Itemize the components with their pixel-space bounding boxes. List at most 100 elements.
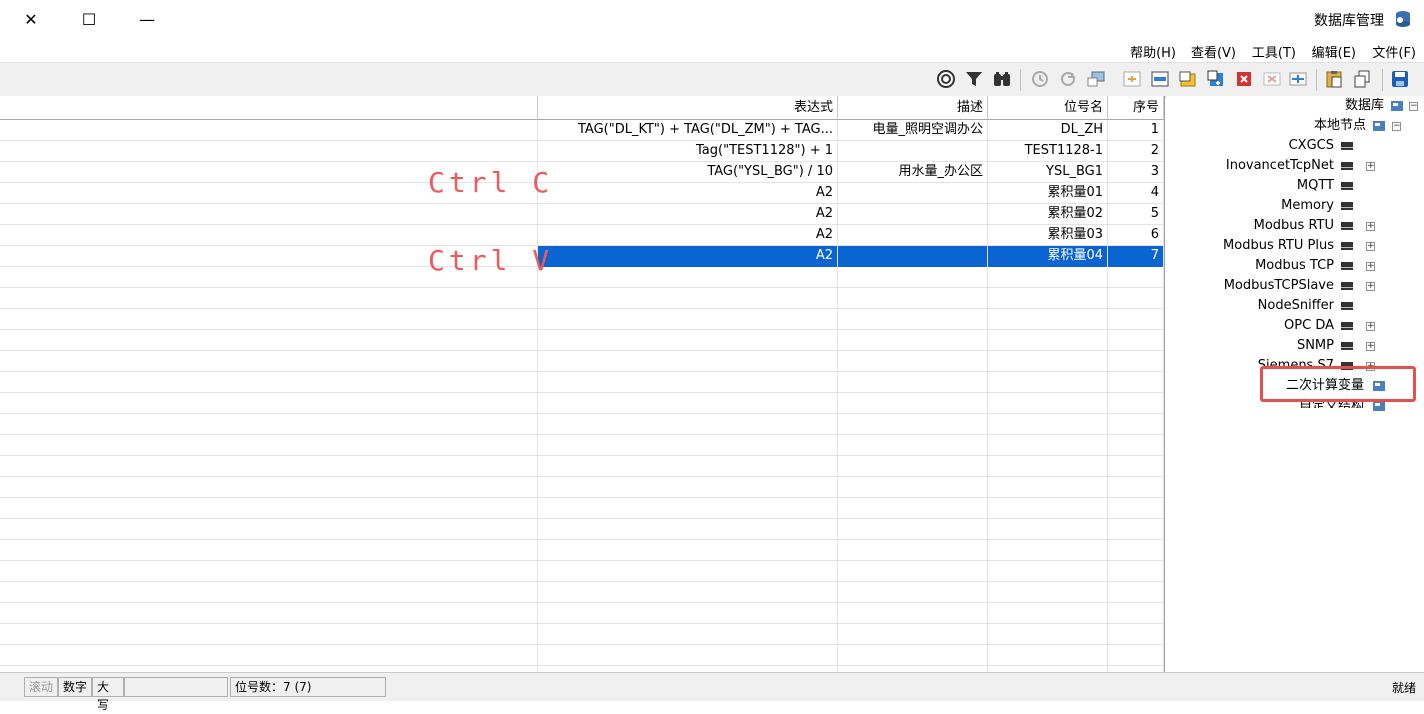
export-icon[interactable] — [1086, 69, 1106, 89]
table-row[interactable] — [0, 456, 1164, 477]
cell-seq[interactable]: 2 — [1108, 141, 1164, 162]
cell-name[interactable] — [988, 414, 1108, 435]
cell-name[interactable] — [988, 582, 1108, 603]
cell-desc[interactable] — [838, 477, 988, 498]
cell-name[interactable]: DL_ZH — [988, 120, 1108, 141]
table-row[interactable] — [0, 561, 1164, 582]
cell-desc[interactable] — [838, 519, 988, 540]
cell-desc[interactable] — [838, 456, 988, 477]
table-row[interactable] — [0, 393, 1164, 414]
paste-icon[interactable] — [1324, 69, 1344, 89]
help-icon[interactable] — [936, 69, 956, 89]
cell-expr[interactable] — [538, 519, 838, 540]
cell-name[interactable] — [988, 561, 1108, 582]
cell-expr[interactable] — [538, 309, 838, 330]
cell-seq[interactable] — [1108, 540, 1164, 561]
cell-name[interactable]: TEST1128-1 — [988, 141, 1108, 162]
cell-name[interactable] — [988, 645, 1108, 666]
cell-seq[interactable]: 7 — [1108, 246, 1164, 267]
cell-seq[interactable] — [1108, 309, 1164, 330]
table-row[interactable]: Tag("TEST1128") + 1 TEST1128-1 2 — [0, 141, 1164, 162]
cell-seq[interactable]: 4 — [1108, 183, 1164, 204]
add-row-icon[interactable] — [1288, 69, 1308, 89]
tree-expand-driver[interactable]: + — [1366, 342, 1375, 351]
cell-expr[interactable] — [538, 372, 838, 393]
cell-expr[interactable] — [538, 393, 838, 414]
cell-seq[interactable] — [1108, 582, 1164, 603]
refresh-icon[interactable] — [1058, 69, 1078, 89]
cell-seq[interactable]: 5 — [1108, 204, 1164, 225]
cell-name[interactable]: 累积量02 — [988, 204, 1108, 225]
table-row[interactable] — [0, 477, 1164, 498]
cell-seq[interactable] — [1108, 351, 1164, 372]
table-row[interactable] — [0, 330, 1164, 351]
cell-seq[interactable] — [1108, 393, 1164, 414]
table-row[interactable]: A2 累积量03 6 — [0, 225, 1164, 246]
cell-name[interactable] — [988, 351, 1108, 372]
table-row[interactable]: A2 累积量04 7 — [0, 246, 1164, 267]
cell-name[interactable] — [988, 624, 1108, 645]
tree-expand-driver[interactable]: + — [1366, 222, 1375, 231]
cell-desc[interactable] — [838, 225, 988, 246]
cell-desc[interactable] — [838, 267, 988, 288]
header-description[interactable]: 描述 — [838, 96, 988, 120]
maximize-button[interactable]: ☐ — [66, 6, 112, 32]
tree-driver-snmp[interactable]: SNMP — [1297, 336, 1334, 356]
table-row[interactable]: TAG("YSL_BG") / 10 用水量_办公区 YSL_BG1 3 — [0, 162, 1164, 183]
cell-desc[interactable] — [838, 603, 988, 624]
cell-name[interactable] — [988, 603, 1108, 624]
cell-name[interactable] — [988, 456, 1108, 477]
close-button[interactable]: ✕ — [8, 6, 54, 32]
delete-icon[interactable] — [1234, 69, 1254, 89]
cell-seq[interactable] — [1108, 372, 1164, 393]
header-tag-name[interactable]: 位号名 — [988, 96, 1108, 120]
cell-seq[interactable]: 3 — [1108, 162, 1164, 183]
table-row[interactable] — [0, 498, 1164, 519]
table-row[interactable] — [0, 519, 1164, 540]
tree-expand-driver[interactable]: + — [1366, 162, 1375, 171]
cell-seq[interactable] — [1108, 330, 1164, 351]
table-row[interactable] — [0, 603, 1164, 624]
cell-desc[interactable] — [838, 645, 988, 666]
menu-edit[interactable]: 编辑(E) — [1312, 42, 1356, 61]
tree-driver-nodesniffer[interactable]: NodeSniffer — [1258, 296, 1334, 316]
copy-icon[interactable] — [1352, 69, 1372, 89]
table-row[interactable] — [0, 372, 1164, 393]
cell-seq[interactable] — [1108, 288, 1164, 309]
menu-tools[interactable]: 工具(T) — [1252, 42, 1296, 61]
tree-driver-opc-da[interactable]: OPC DA — [1284, 316, 1334, 336]
header-seq[interactable]: 序号 — [1108, 96, 1164, 120]
cell-name[interactable] — [988, 519, 1108, 540]
folder-icon[interactable] — [1178, 69, 1198, 89]
cell-expr[interactable] — [538, 498, 838, 519]
cell-expr[interactable] — [538, 477, 838, 498]
find-icon[interactable] — [992, 69, 1012, 89]
history-icon[interactable] — [1030, 69, 1050, 89]
cell-seq[interactable] — [1108, 519, 1164, 540]
table-row[interactable] — [0, 540, 1164, 561]
cell-desc[interactable] — [838, 330, 988, 351]
cell-name[interactable] — [988, 435, 1108, 456]
tree-expand-driver[interactable]: + — [1366, 242, 1375, 251]
cell-desc[interactable] — [838, 393, 988, 414]
cell-expr[interactable] — [538, 456, 838, 477]
tree-driver-inovancettcpnet[interactable]: InovancetTcpNet — [1226, 156, 1334, 176]
minimize-button[interactable]: — — [124, 6, 170, 32]
table-row[interactable] — [0, 414, 1164, 435]
filter-icon[interactable] — [964, 69, 984, 89]
tree-expand-driver[interactable]: + — [1366, 322, 1375, 331]
tree-driver-siemens-s7[interactable]: Siemens S7 — [1258, 356, 1334, 366]
cell-expr[interactable]: A2 — [538, 183, 838, 204]
cell-expr[interactable]: TAG("YSL_BG") / 10 — [538, 162, 838, 183]
cell-seq[interactable] — [1108, 456, 1164, 477]
table-row[interactable]: A2 累积量02 5 — [0, 204, 1164, 225]
cell-name[interactable] — [988, 393, 1108, 414]
tree-driver-mqtt[interactable]: MQTT — [1297, 176, 1334, 196]
cell-desc[interactable] — [838, 540, 988, 561]
cell-name[interactable] — [988, 309, 1108, 330]
cell-seq[interactable] — [1108, 414, 1164, 435]
cell-seq[interactable] — [1108, 561, 1164, 582]
cell-seq[interactable]: 6 — [1108, 225, 1164, 246]
cell-name[interactable]: YSL_BG1 — [988, 162, 1108, 183]
menu-help[interactable]: 帮助(H) — [1130, 42, 1176, 61]
